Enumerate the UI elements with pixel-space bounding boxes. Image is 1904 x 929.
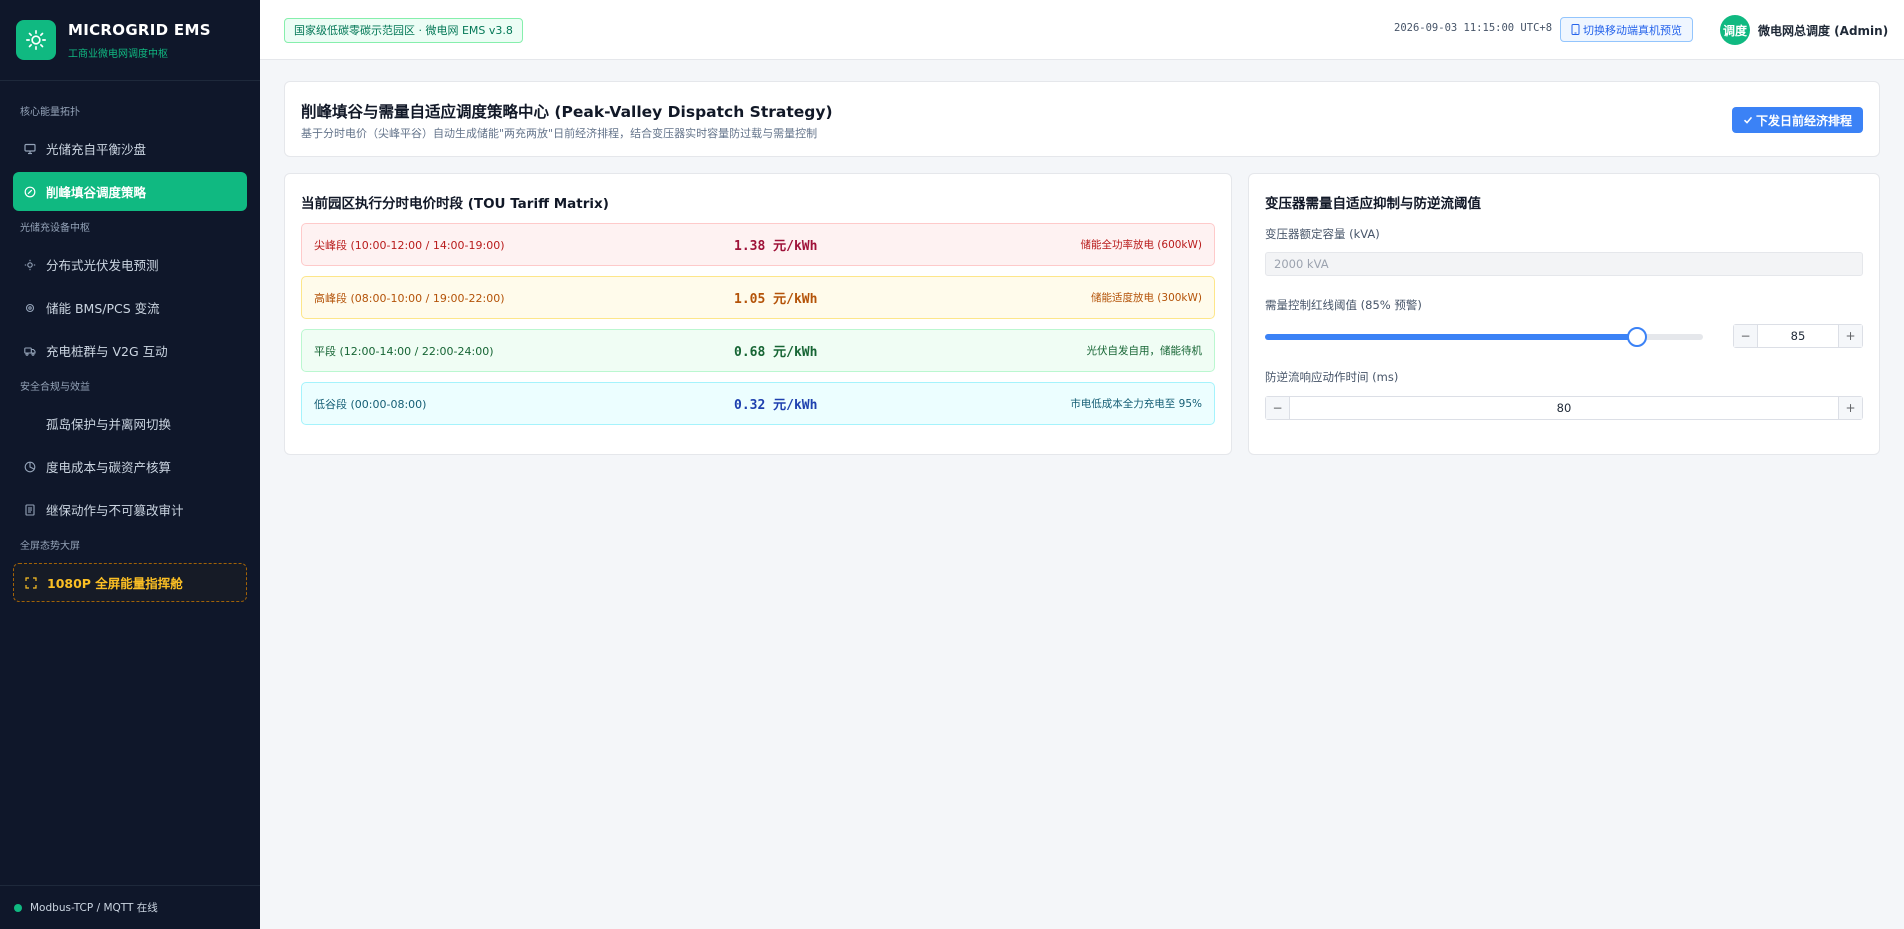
tou-period-name: 平段 (12:00-14:00 / 22:00-24:00) [314, 344, 494, 358]
brand-title: MICROGRID EMS [68, 20, 211, 39]
capacity-input: 2000 kVA [1265, 252, 1863, 276]
sun-logo-icon [16, 20, 56, 60]
nav-section-core: 核心能量拓扑 [20, 107, 80, 118]
check-icon [1743, 115, 1753, 125]
compass-icon [24, 186, 36, 198]
transformer-threshold-card: 变压器需量自适应抑制与防逆流阈值 变压器额定容量 (kVA) 2000 kVA … [1248, 173, 1880, 455]
sidebar-item-label: 光储充自平衡沙盘 [46, 142, 147, 157]
sidebar-item-label: 继保动作与不可篡改审计 [46, 503, 184, 518]
threshold-value[interactable]: 85 [1758, 325, 1838, 347]
nav-section-fullscreen: 全屏态势大屏 [20, 541, 80, 552]
sidebar: MICROGRID EMS 工商业微电网调度中枢 核心能量拓扑 光储充自平衡沙盘… [0, 0, 260, 929]
dispatch-schedule-label: 下发日前经济排程 [1755, 113, 1852, 128]
nav-section-safety: 安全合规与效益 [20, 382, 90, 393]
increment-button[interactable]: + [1838, 397, 1862, 419]
sidebar-item-v2g[interactable]: 充电桩群与 V2G 互动 [13, 331, 247, 370]
strategy-header-card: 削峰填谷与需量自适应调度策略中心 (Peak-Valley Dispatch S… [284, 81, 1880, 157]
sidebar-item-peak-valley[interactable]: 削峰填谷调度策略 [13, 172, 247, 211]
sun-icon [24, 259, 36, 271]
sidebar-item-label: 储能 BMS/PCS 变流 [46, 301, 160, 316]
transformer-card-title: 变压器需量自适应抑制与防逆流阈值 [1265, 196, 1481, 212]
sidebar-item-pv-forecast[interactable]: 分布式光伏发电预测 [13, 245, 247, 284]
site-badge: 国家级低碳零碳示范园区 · 微电网 EMS v3.8 [284, 18, 523, 43]
sidebar-item-cost-carbon[interactable]: 度电成本与碳资产核算 [13, 447, 247, 486]
blank-icon [24, 418, 36, 430]
tou-period-name: 尖峰段 (10:00-12:00 / 14:00-19:00) [314, 238, 505, 252]
phone-icon [1571, 24, 1580, 35]
tou-price: 0.32 元/kWh [734, 398, 818, 413]
response-time-stepper[interactable]: − 80 + [1265, 396, 1863, 420]
mobile-preview-button[interactable]: 切换移动端真机预览 [1560, 17, 1693, 42]
chip-icon [24, 302, 36, 314]
top-header: 国家级低碳零碳示范园区 · 微电网 EMS v3.8 2026-09-03 11… [260, 0, 1904, 60]
tou-row-peak: 高峰段 (08:00-10:00 / 19:00-22:00) 1.05 元/k… [301, 276, 1215, 319]
sidebar-item-fullscreen-cockpit[interactable]: 1080P 全屏能量指挥舱 [13, 563, 247, 602]
page-title: 削峰填谷与需量自适应调度策略中心 (Peak-Valley Dispatch S… [301, 103, 833, 121]
sidebar-item-label: 分布式光伏发电预测 [46, 258, 159, 273]
threshold-slider-fill [1265, 334, 1638, 340]
sidebar-item-bms-pcs[interactable]: 储能 BMS/PCS 变流 [13, 288, 247, 327]
sidebar-item-label: 度电成本与碳资产核算 [46, 460, 172, 475]
nav-section-devices: 光储充设备中枢 [20, 223, 90, 234]
sidebar-item-balance-sandbox[interactable]: 光储充自平衡沙盘 [13, 129, 247, 168]
tou-row-valley: 低谷段 (00:00-08:00) 0.32 元/kWh 市电低成本全力充电至 … [301, 382, 1215, 425]
threshold-slider[interactable] [1265, 327, 1703, 347]
response-time-value[interactable]: 80 [1290, 397, 1838, 419]
tou-action-note: 市电低成本全力充电至 95% [1070, 398, 1202, 410]
brand: MICROGRID EMS 工商业微电网调度中枢 [0, 0, 260, 81]
increment-button[interactable]: + [1838, 325, 1862, 347]
threshold-stepper[interactable]: − 85 + [1733, 324, 1863, 348]
user-name[interactable]: 微电网总调度 (Admin) [1758, 22, 1888, 39]
mobile-preview-label: 切换移动端真机预览 [1583, 24, 1682, 37]
decrement-button[interactable]: − [1266, 397, 1290, 419]
fullscreen-icon [25, 576, 37, 589]
tou-row-flat: 平段 (12:00-14:00 / 22:00-24:00) 0.68 元/kW… [301, 329, 1215, 372]
truck-icon [24, 345, 36, 357]
online-status-dot-icon [14, 903, 22, 912]
tou-period-name: 高峰段 (08:00-10:00 / 19:00-22:00) [314, 291, 505, 305]
response-time-label: 防逆流响应动作时间 (ms) [1265, 370, 1399, 384]
capacity-label: 变压器额定容量 (kVA) [1265, 227, 1380, 241]
sidebar-item-island-protection[interactable]: 孤岛保护与并离网切换 [13, 404, 247, 443]
tou-row-sharp-peak: 尖峰段 (10:00-12:00 / 14:00-19:00) 1.38 元/k… [301, 223, 1215, 266]
connection-status: Modbus-TCP / MQTT 在线 [0, 885, 260, 929]
tou-action-note: 光伏自发自用，储能待机 [1086, 345, 1203, 357]
tou-period-name: 低谷段 (00:00-08:00) [314, 397, 427, 411]
dispatch-schedule-button[interactable]: 下发日前经济排程 [1731, 107, 1863, 133]
decrement-button[interactable]: − [1734, 325, 1758, 347]
sidebar-item-label: 孤岛保护与并离网切换 [46, 417, 172, 432]
tou-card-title: 当前园区执行分时电价时段 (TOU Tariff Matrix) [301, 196, 609, 212]
page-description: 基于分时电价（尖峰平谷）自动生成储能"两充两放"日前经济排程，结合变压器实时容量… [301, 127, 818, 140]
tou-price: 1.05 元/kWh [734, 292, 818, 307]
sidebar-item-label: 削峰填谷调度策略 [46, 185, 147, 200]
tou-price: 1.38 元/kWh [734, 239, 818, 254]
sidebar-item-label: 充电桩群与 V2G 互动 [46, 344, 168, 359]
sidebar-item-label: 1080P 全屏能量指挥舱 [47, 576, 183, 591]
document-icon [24, 503, 36, 516]
tou-action-note: 储能适度放电 (300kW) [1090, 292, 1202, 304]
tou-price: 0.68 元/kWh [734, 345, 818, 360]
threshold-slider-handle[interactable] [1627, 327, 1648, 347]
threshold-label: 需量控制红线阈值 (85% 预警) [1265, 298, 1422, 312]
avatar[interactable]: 调度 [1720, 15, 1750, 45]
tou-tariff-card: 当前园区执行分时电价时段 (TOU Tariff Matrix) 尖峰段 (10… [284, 173, 1232, 455]
sidebar-nav: 核心能量拓扑 光储充自平衡沙盘 削峰填谷调度策略 光储充设备中枢 分布式光伏发电… [0, 81, 260, 602]
monitor-icon [24, 143, 36, 155]
brand-subtitle: 工商业微电网调度中枢 [68, 48, 168, 60]
connection-status-text: Modbus-TCP / MQTT 在线 [30, 902, 158, 914]
tou-action-note: 储能全功率放电 (600kW) [1080, 239, 1202, 251]
system-clock: 2026-09-03 11:15:00 UTC+8 [1394, 22, 1553, 34]
sidebar-item-audit[interactable]: 继保动作与不可篡改审计 [13, 490, 247, 529]
pie-chart-icon [24, 461, 36, 473]
